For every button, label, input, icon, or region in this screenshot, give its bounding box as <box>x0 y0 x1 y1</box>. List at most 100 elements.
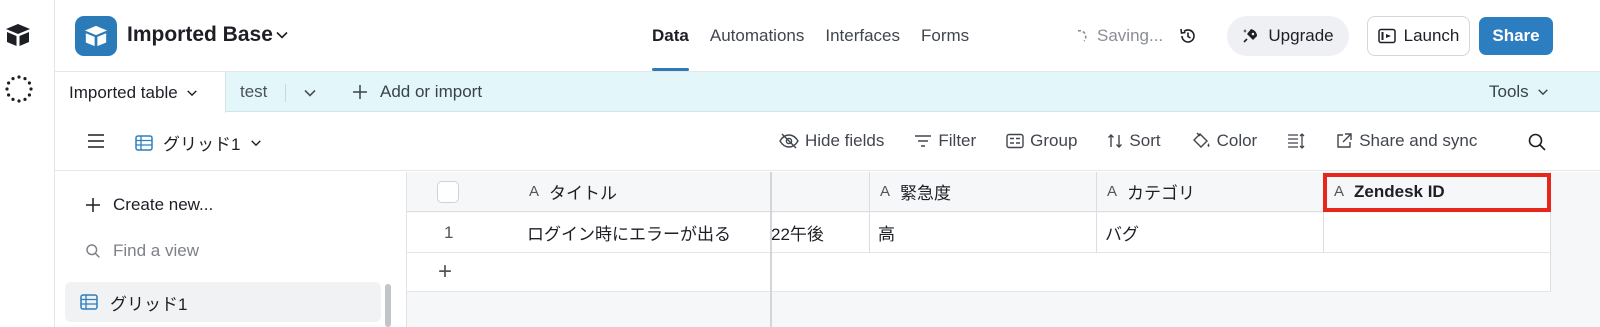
base-icon[interactable] <box>75 16 117 56</box>
chevron-down-icon[interactable] <box>186 87 198 99</box>
highlight-box <box>1323 173 1551 212</box>
share-and-sync-label: Share and sync <box>1359 131 1478 150</box>
filter-label: Filter <box>938 131 977 150</box>
row-number: 1 <box>444 222 454 242</box>
loading-spinner-icon <box>4 74 34 104</box>
rocket-icon <box>1243 29 1258 43</box>
add-row-button[interactable]: + <box>407 253 1550 292</box>
find-view-input[interactable]: Find a view <box>85 241 199 261</box>
add-or-import-label: Add or import <box>380 82 483 101</box>
row-height-button[interactable] <box>1287 133 1305 149</box>
hide-fields-button[interactable]: Hide fields <box>779 131 884 151</box>
sort-label: Sort <box>1129 131 1161 150</box>
sort-icon <box>1108 134 1123 148</box>
column-divider <box>869 172 870 253</box>
launch-icon <box>1377 28 1396 44</box>
history-icon[interactable] <box>1178 26 1198 46</box>
cell-category-text: バグ <box>1105 225 1139 244</box>
view-switcher[interactable]: グリッド1 <box>135 130 262 155</box>
select-all-checkbox[interactable] <box>437 180 459 203</box>
create-new-view-button[interactable]: Create new... <box>85 195 213 215</box>
text-field-icon: A <box>1107 183 1118 200</box>
table-tab-label: Imported table <box>69 82 178 102</box>
hamburger-menu-icon[interactable] <box>87 133 105 149</box>
color-button[interactable]: Color <box>1191 131 1258 151</box>
view-name-label: グリッド1 <box>163 135 241 154</box>
paint-bucket-icon <box>1192 132 1210 148</box>
main-nav: Data Automations Interfaces Forms <box>652 26 990 71</box>
cell-date[interactable]: 22午後 <box>771 213 869 253</box>
color-label: Color <box>1216 131 1258 150</box>
table-tabs-bar: Imported table test Add or import Tools <box>55 72 1600 113</box>
base-name[interactable]: Imported Base <box>127 23 273 47</box>
plus-icon <box>353 85 367 99</box>
sidebar-scrollbar[interactable] <box>385 284 391 327</box>
upgrade-label: Upgrade <box>1268 26 1334 45</box>
saving-text: Saving... <box>1097 26 1164 45</box>
chevron-down-icon[interactable] <box>303 86 317 100</box>
cell-zendesk-id[interactable] <box>1324 213 1550 253</box>
search-icon[interactable] <box>1527 132 1547 152</box>
chevron-down-icon <box>1537 89 1548 96</box>
search-icon <box>86 244 100 258</box>
sidebar-view-label: グリッド1 <box>110 294 188 314</box>
filter-icon <box>915 135 932 147</box>
view-tools: Hide fields Filter Group Sort Color Shar… <box>779 131 1507 151</box>
share-and-sync-button[interactable]: Share and sync <box>1335 131 1477 151</box>
data-grid: A タイトル A 緊急度 A カテゴリ A Zendesk ID 1 ログイン時… <box>407 172 1600 327</box>
find-view-placeholder: Find a view <box>113 241 199 260</box>
plus-icon <box>86 198 100 212</box>
tab-divider <box>285 84 286 102</box>
column-header-urgency-label: 緊急度 <box>900 184 952 203</box>
text-field-icon: A <box>880 183 891 200</box>
cell-urgency[interactable]: 高 <box>870 213 1096 253</box>
app-window: Imported Base Data Automations Interface… <box>0 0 1600 327</box>
tab-forms[interactable]: Forms <box>921 26 969 46</box>
external-link-icon <box>1337 133 1352 148</box>
cell-urgency-text: 高 <box>878 225 895 244</box>
grid-view-icon <box>80 294 98 310</box>
table-row[interactable]: 1 ログイン時にエラーが出る <box>407 213 770 253</box>
left-rail <box>0 0 55 327</box>
hide-fields-label: Hide fields <box>805 131 885 150</box>
launch-button[interactable]: Launch <box>1367 16 1470 56</box>
airtable-logo-icon[interactable] <box>4 22 32 48</box>
share-button[interactable]: Share <box>1479 17 1553 55</box>
column-header-category-label: カテゴリ <box>1127 184 1196 203</box>
group-button[interactable]: Group <box>1006 131 1077 151</box>
group-icon <box>1006 133 1024 149</box>
tab-interfaces[interactable]: Interfaces <box>825 26 900 46</box>
saving-spinner-icon <box>1077 29 1087 42</box>
cell-title[interactable]: ログイン時にエラーが出る <box>527 220 731 245</box>
column-divider <box>1096 172 1097 253</box>
table-tab-test[interactable]: test <box>240 82 267 102</box>
chevron-down-icon[interactable] <box>275 28 289 42</box>
tools-label: Tools <box>1489 82 1529 101</box>
column-header-title[interactable]: タイトル <box>549 179 617 204</box>
add-or-import-button[interactable]: Add or import <box>352 82 482 102</box>
sort-button[interactable]: Sort <box>1107 131 1161 151</box>
column-header-urgency[interactable]: A 緊急度 <box>870 172 1096 212</box>
tools-menu[interactable]: Tools <box>1489 82 1549 102</box>
cell-category[interactable]: バグ <box>1097 213 1323 253</box>
group-label: Group <box>1030 131 1078 150</box>
sidebar-view-item[interactable]: グリッド1 <box>65 282 381 322</box>
grid-view-icon <box>135 134 153 151</box>
tab-automations[interactable]: Automations <box>710 26 805 46</box>
saving-status: Saving... <box>1075 26 1163 46</box>
upgrade-button[interactable]: Upgrade <box>1227 16 1349 56</box>
filter-button[interactable]: Filter <box>914 131 976 151</box>
frozen-column-divider[interactable] <box>770 172 772 327</box>
table-tab-imported[interactable]: Imported table <box>55 72 226 113</box>
tab-data[interactable]: Data <box>652 26 689 71</box>
column-header-date[interactable] <box>771 172 869 212</box>
create-new-label: Create new... <box>113 195 214 214</box>
chevron-down-icon <box>251 139 262 146</box>
cell-date-text: 22午後 <box>771 225 824 244</box>
column-header-category[interactable]: A カテゴリ <box>1097 172 1323 212</box>
views-sidebar: Create new... Find a view グリッド1 <box>55 172 407 327</box>
text-field-icon: A <box>529 183 540 200</box>
top-header: Imported Base Data Automations Interface… <box>55 0 1600 72</box>
launch-label: Launch <box>1403 26 1460 45</box>
add-row-plus: + <box>438 258 453 285</box>
